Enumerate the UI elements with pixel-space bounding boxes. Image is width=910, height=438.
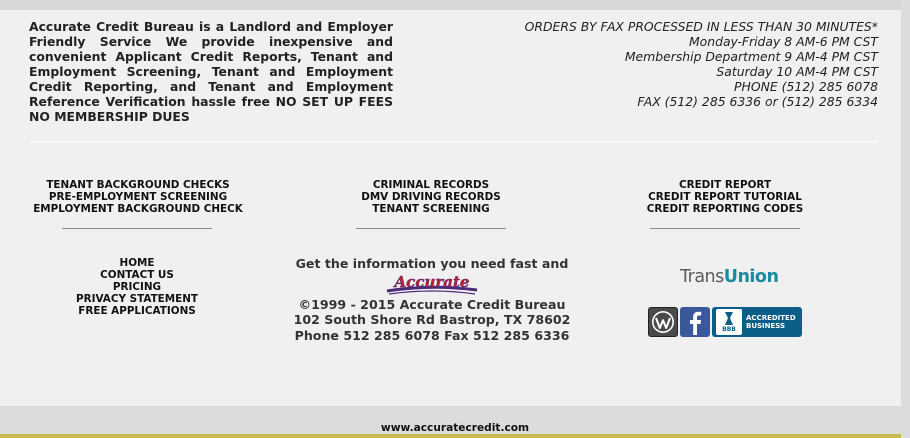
link-pre-employment-screening[interactable]: PRE-EMPLOYMENT SCREENING [32, 191, 244, 203]
column-divider-3 [650, 228, 800, 229]
bbb-mark-text: BBB [722, 326, 736, 333]
column-divider-1 [62, 228, 212, 229]
bbb-text: ACCREDITED BUSINESS [746, 314, 796, 330]
footer-nav: HOME CONTACT US PRICING PRIVACY STATEMEN… [56, 257, 218, 317]
accurate-logo-text: Accurate [393, 273, 470, 291]
transunion-trans: Trans [680, 267, 724, 287]
copyright: ©1999 - 2015 Accurate Credit Bureau [298, 296, 566, 312]
link-tenant-background-checks[interactable]: TENANT BACKGROUND CHECKS [32, 179, 244, 191]
fax-numbers: FAX (512) 285 6336 or (512) 285 6334 [637, 94, 878, 109]
link-tenant-screening[interactable]: TENANT SCREENING [330, 203, 532, 215]
phone-number: PHONE (512) 285 6078 [734, 79, 878, 94]
bbb-torch-icon: BBB [716, 309, 742, 335]
membership-hours: Membership Department 9 AM-4 PM CST [624, 49, 878, 64]
link-employment-background-check[interactable]: EMPLOYMENT BACKGROUND CHECK [32, 203, 244, 215]
accurate-logo[interactable]: Accurate [383, 273, 481, 297]
facebook-icon[interactable] [680, 307, 710, 337]
bottom-stripe [0, 434, 910, 438]
wordpress-icon[interactable] [648, 307, 678, 337]
badge-row: BBB ACCREDITED BUSINESS [648, 307, 802, 337]
nav-contact-us[interactable]: CONTACT US [56, 269, 218, 281]
about-text: Accurate Credit Bureau is a Landlord and… [29, 19, 393, 124]
bbb-line-1: ACCREDITED [746, 314, 796, 322]
services-column-2: CRIMINAL RECORDS DMV DRIVING RECORDS TEN… [330, 179, 532, 215]
link-dmv-driving-records[interactable]: DMV DRIVING RECORDS [330, 191, 532, 203]
hours-block: ORDERS BY FAX PROCESSED IN LESS THAN 30 … [458, 19, 878, 109]
nav-free-applications[interactable]: FREE APPLICATIONS [56, 305, 218, 317]
transunion-union: Union [723, 267, 779, 287]
nav-home[interactable]: HOME [56, 257, 218, 269]
company-info: Get the information you need fast and Ac… [282, 256, 582, 343]
link-credit-report[interactable]: CREDIT REPORT [624, 179, 826, 191]
saturday-hours: Saturday 10 AM-4 PM CST [716, 64, 878, 79]
nav-pricing[interactable]: PRICING [56, 281, 218, 293]
bbb-line-2: BUSINESS [746, 322, 786, 330]
weekday-hours: Monday-Friday 8 AM-6 PM CST [688, 34, 878, 49]
link-criminal-records[interactable]: CRIMINAL RECORDS [330, 179, 532, 191]
address: 102 South Shore Rd Bastrop, TX 78602 [293, 312, 571, 327]
column-divider-2 [356, 228, 506, 229]
right-edge [901, 0, 910, 438]
contact-phones: Phone 512 285 6078 Fax 512 285 6336 [294, 327, 570, 343]
link-credit-report-tutorial[interactable]: CREDIT REPORT TUTORIAL [624, 191, 826, 203]
services-column-1: TENANT BACKGROUND CHECKS PRE-EMPLOYMENT … [32, 179, 244, 215]
footer-url[interactable]: www.accuratecredit.com [0, 422, 910, 434]
top-bar [0, 0, 910, 10]
transunion-logo[interactable]: TransUnion [680, 267, 779, 291]
tagline: Get the information you need fast and [295, 256, 569, 271]
link-credit-reporting-codes[interactable]: CREDIT REPORTING CODES [624, 203, 826, 215]
bbb-accredited-badge[interactable]: BBB ACCREDITED BUSINESS [712, 307, 802, 337]
section-divider [29, 141, 878, 142]
fax-orders-notice: ORDERS BY FAX PROCESSED IN LESS THAN 30 … [524, 19, 878, 34]
services-column-3: CREDIT REPORT CREDIT REPORT TUTORIAL CRE… [624, 179, 826, 215]
nav-privacy-statement[interactable]: PRIVACY STATEMENT [56, 293, 218, 305]
